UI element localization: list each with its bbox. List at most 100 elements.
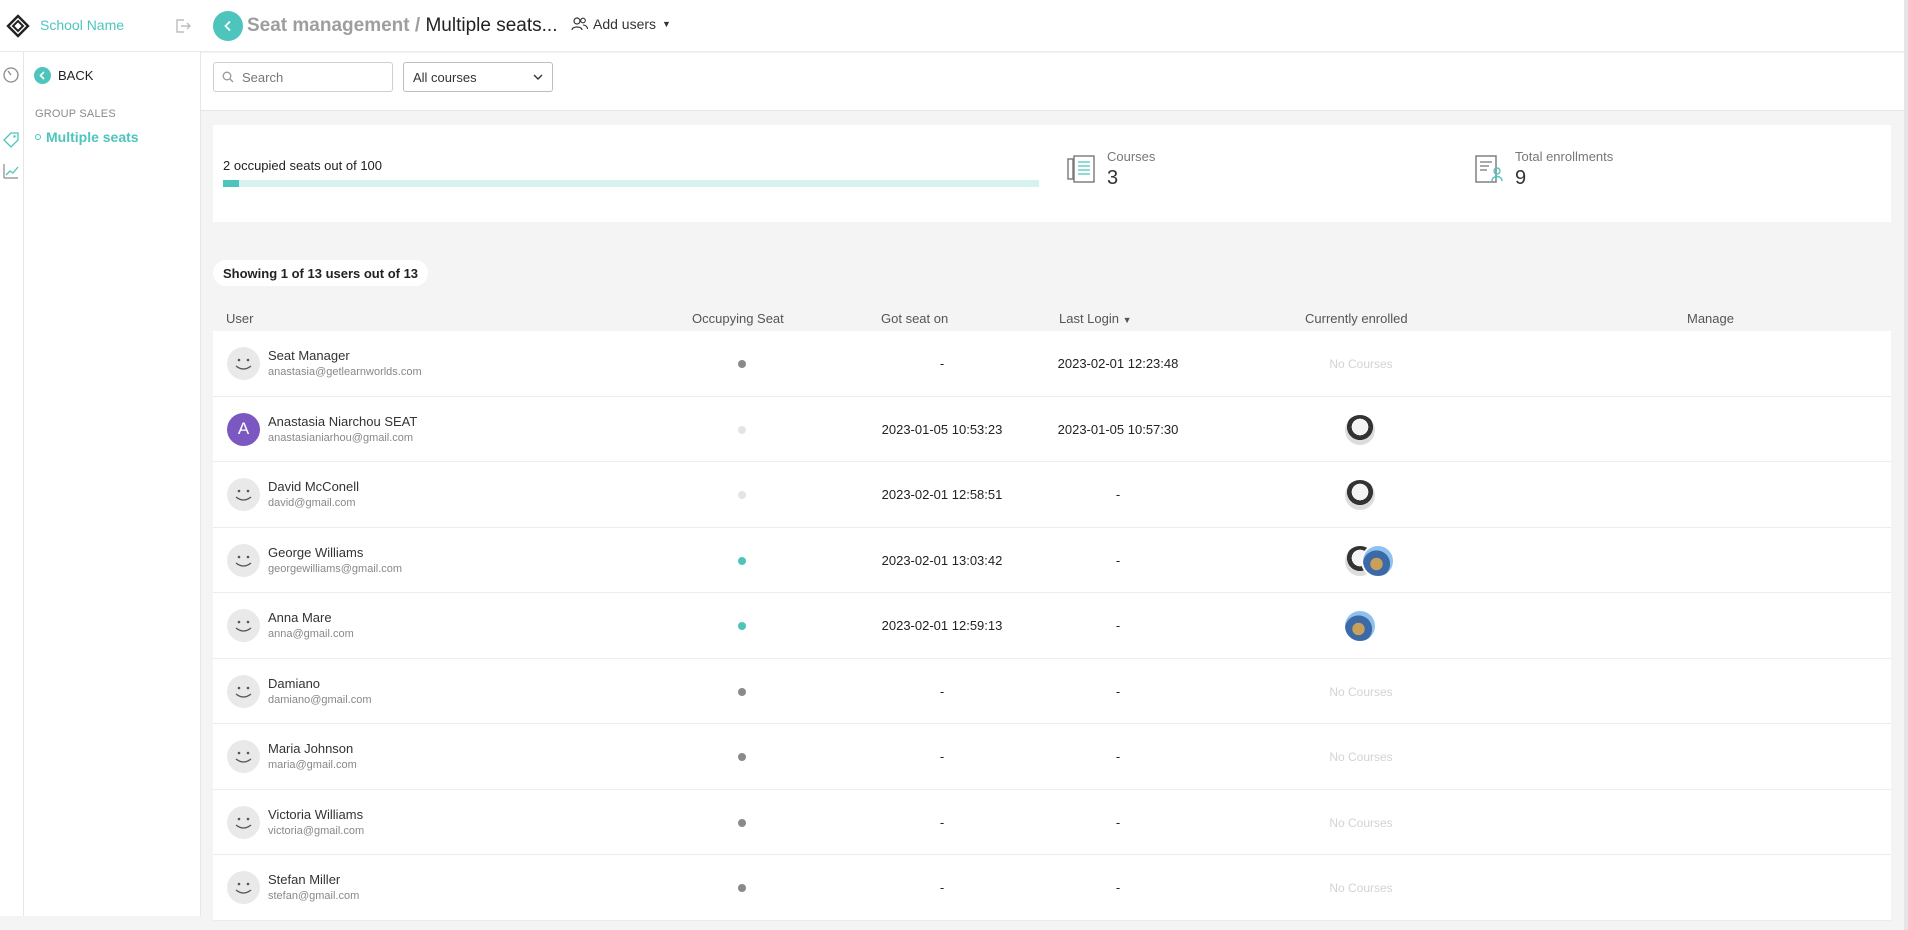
sidebar: School Name BACK GROUP SALES Multiple se… — [0, 0, 201, 930]
user-email: anastasianiarhou@gmail.com — [268, 431, 414, 444]
got-seat-on-value: 2023-02-01 12:58:51 — [881, 487, 1003, 502]
page-header: Seat management / Multiple seats... Add … — [201, 0, 1904, 52]
seat-status-dot-icon[interactable] — [738, 491, 746, 499]
add-users-icon — [571, 17, 589, 31]
seat-status-dot-icon[interactable] — [738, 360, 746, 368]
seat-status-dot-icon[interactable] — [738, 884, 746, 892]
search-placeholder: Search — [242, 69, 284, 85]
table-header: User Occupying Seat Got seat on Last Log… — [213, 305, 1891, 331]
user-name[interactable]: Victoria Williams — [268, 807, 363, 822]
no-courses-text: No Courses — [1329, 815, 1393, 830]
user-name[interactable]: Seat Manager — [268, 348, 350, 363]
user-name[interactable]: Maria Johnson — [268, 741, 353, 756]
chevron-left-icon — [34, 66, 51, 84]
user-name[interactable]: Stefan Miller — [268, 872, 340, 887]
smiley-avatar-icon — [227, 347, 260, 380]
table-row[interactable]: Damiano damiano@gmail.com - - No Courses — [213, 658, 1891, 724]
user-email: anastasia@getlearnworlds.com — [268, 366, 422, 378]
got-seat-on-value: - — [939, 683, 945, 699]
icon-rail — [0, 0, 24, 930]
no-courses-text: No Courses — [1329, 750, 1393, 764]
column-header-manage: Manage — [1687, 311, 1734, 326]
user-email: david@gmail.com — [268, 497, 356, 509]
last-login-value: - — [1115, 880, 1121, 895]
search-input[interactable]: Search — [213, 62, 393, 92]
chevron-down-icon — [533, 74, 543, 80]
sidebar-item-label: Multiple seats — [46, 129, 139, 145]
last-login-value: 2023-01-05 10:57:30 — [1057, 421, 1179, 437]
course-filter-value: All courses — [413, 69, 477, 85]
header-back-button[interactable] — [213, 11, 243, 41]
smiley-avatar-icon — [227, 805, 260, 839]
user-email: stefan@gmail.com — [268, 890, 360, 902]
column-header-currently-enrolled[interactable]: Currently enrolled — [1305, 311, 1408, 326]
table-row[interactable]: Maria Johnson maria@gmail.com - - No Courses — [213, 724, 1891, 790]
course-thumbnail[interactable] — [1361, 543, 1395, 578]
course-filter-select[interactable]: All courses — [403, 62, 553, 92]
showing-count-badge: Showing 1 of 13 users out of 13 — [213, 260, 429, 286]
chevron-left-icon — [224, 20, 231, 32]
course-thumbnail[interactable] — [1343, 609, 1377, 643]
page-scrollbar[interactable] — [1904, 0, 1908, 930]
seat-status-dot-icon[interactable] — [738, 622, 746, 630]
table-row[interactable]: George Williams georgewilliams@gmail.com 2… — [213, 527, 1891, 593]
last-login-value: 2023-02-01 12:23:48 — [1057, 356, 1179, 371]
table-row[interactable]: David McConell david@gmail.com 2023-02-01 … — [213, 462, 1891, 528]
dashboard-icon[interactable] — [2, 66, 20, 84]
add-users-button[interactable]: Add users ▼ — [571, 16, 671, 32]
last-login-value: - — [1115, 683, 1121, 699]
table-row[interactable]: Seat Manager anastasia@getlearnworlds.com… — [213, 331, 1891, 397]
user-name[interactable]: Anastasia Niarchou SEAT — [268, 414, 417, 429]
course-thumbnail[interactable] — [1343, 412, 1377, 447]
user-email: victoria@gmail.com — [268, 824, 365, 837]
tag-icon[interactable] — [2, 131, 20, 149]
user-name[interactable]: Damiano — [268, 676, 320, 691]
seat-status-dot-icon[interactable] — [738, 687, 746, 696]
last-login-label: Last Login — [1059, 311, 1119, 326]
enrolled-courses — [1343, 478, 1377, 512]
breadcrumb-parent[interactable]: Seat management — [247, 15, 410, 36]
table-row[interactable]: Stefan Miller stefan@gmail.com - - No Course… — [213, 855, 1891, 921]
user-name[interactable]: David McConell — [268, 479, 359, 494]
column-header-last-login[interactable]: Last Login ▼ — [1059, 311, 1132, 326]
no-courses-text: No Courses — [1329, 881, 1393, 895]
sidebar-item-multiple-seats[interactable]: Multiple seats — [35, 129, 139, 145]
page-title: Multiple seats... — [425, 15, 558, 36]
column-header-occupying-seat[interactable]: Occupying Seat — [692, 311, 784, 326]
no-courses-text: No Courses — [1329, 684, 1393, 699]
user-name[interactable]: George Williams — [268, 545, 363, 560]
sidebar-bottom-strip — [0, 916, 201, 930]
user-email: georgewilliams@gmail.com — [268, 562, 403, 575]
got-seat-on-value: - — [939, 880, 945, 895]
column-header-user[interactable]: User — [226, 311, 253, 326]
course-thumbnail[interactable] — [1343, 478, 1377, 512]
courses-value: 3 — [1107, 167, 1119, 189]
seat-status-dot-icon[interactable] — [738, 556, 746, 565]
add-users-label: Add users — [593, 16, 657, 32]
smiley-avatar-icon — [227, 478, 260, 511]
table-row[interactable]: A Anastasia Niarchou SEAT anastasianiarhou… — [213, 396, 1891, 462]
school-logo-icon[interactable] — [6, 14, 30, 38]
enrolled-courses — [1343, 609, 1377, 643]
column-header-got-seat-on[interactable]: Got seat on — [881, 311, 948, 326]
school-name[interactable]: School Name — [40, 17, 124, 33]
occupied-seats-text: 2 occupied seats out of 100 — [223, 158, 383, 173]
seat-status-dot-icon[interactable] — [738, 425, 746, 434]
seat-status-dot-icon[interactable] — [738, 753, 746, 761]
filters-bar: Search All courses — [201, 53, 1904, 111]
sidebar-back-button[interactable]: BACK — [34, 66, 93, 84]
seat-status-dot-icon[interactable] — [738, 818, 746, 827]
user-name[interactable]: Anna Mare — [268, 610, 332, 625]
table-row[interactable]: Anna Mare anna@gmail.com 2023-02-01 12:59:… — [213, 593, 1891, 659]
got-seat-on-value: 2023-02-01 13:03:42 — [881, 552, 1003, 568]
enrollments-label: Total enrollments — [1515, 149, 1614, 164]
last-login-value: - — [1115, 487, 1121, 502]
logout-icon[interactable] — [174, 17, 192, 35]
enrolled-courses — [1343, 543, 1395, 578]
table-row[interactable]: Victoria Williams victoria@gmail.com - - No … — [213, 789, 1891, 855]
enrollments-value: 9 — [1515, 167, 1527, 189]
smiley-avatar-icon — [227, 609, 260, 642]
chart-icon[interactable] — [2, 162, 20, 180]
avatar: A — [227, 412, 260, 446]
bullet-icon — [35, 134, 41, 140]
